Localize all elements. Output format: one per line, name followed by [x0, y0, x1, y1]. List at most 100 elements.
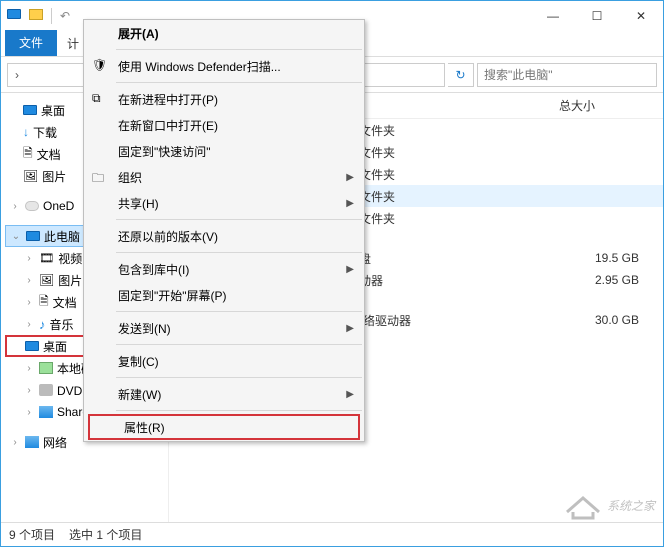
defender-icon: 🛡	[92, 58, 108, 74]
pictures-icon: 🖼	[39, 273, 54, 287]
monitor-icon	[25, 341, 39, 351]
status-item-count: 9 个项目	[9, 526, 55, 543]
search-placeholder: 搜索"此电脑"	[484, 66, 553, 83]
submenu-arrow-icon: ▶	[346, 389, 354, 400]
menu-label: 固定到"快速访问"	[118, 143, 211, 160]
disk-icon	[39, 362, 53, 374]
cloud-icon	[25, 201, 39, 211]
menu-label: 组织	[118, 169, 142, 186]
cell-type: 文件夹	[359, 188, 479, 205]
menu-expand[interactable]: 展开(A)	[84, 20, 364, 46]
qat-divider	[51, 8, 52, 24]
status-bar: 9 个项目 选中 1 个项目	[1, 522, 663, 546]
menu-pin-quick-access[interactable]: 固定到"快速访问"	[84, 138, 364, 164]
document-icon: 🗎	[39, 292, 49, 313]
menu-restore-previous[interactable]: 还原以前的版本(V)	[84, 223, 364, 249]
expand-icon[interactable]: ›	[23, 407, 35, 418]
cell-type: 文件夹	[359, 122, 479, 139]
dvd-icon	[39, 384, 53, 396]
submenu-arrow-icon: ▶	[346, 172, 354, 183]
menu-open-new-process[interactable]: ⧉ 在新进程中打开(P)	[84, 86, 364, 112]
open-icon: ⧉	[92, 91, 108, 107]
pictures-icon: 🖼	[23, 169, 38, 183]
menu-label: 属性(R)	[124, 419, 165, 436]
network-icon	[25, 436, 39, 448]
search-box[interactable]: 搜索"此电脑"	[477, 63, 657, 87]
menu-separator	[116, 82, 362, 83]
cell-type: 文件夹	[359, 166, 479, 183]
menu-pin-start[interactable]: 固定到"开始"屏幕(P)	[84, 282, 364, 308]
cell-size: 2.95 GB	[583, 273, 663, 287]
menu-separator	[116, 344, 362, 345]
context-menu[interactable]: 展开(A) 🛡 使用 Windows Defender扫描... ⧉ 在新进程中打开…	[83, 19, 365, 442]
menu-separator	[116, 410, 362, 411]
download-icon: ↓	[23, 125, 29, 139]
tree-label: 图片	[58, 272, 82, 289]
submenu-arrow-icon: ▶	[346, 323, 354, 334]
maximize-button[interactable]: ☐	[575, 1, 619, 31]
submenu-arrow-icon: ▶	[346, 264, 354, 275]
cell-type: 文件夹	[359, 210, 479, 227]
menu-label: 共享(H)	[118, 195, 159, 212]
expand-icon[interactable]: ›	[23, 363, 35, 374]
refresh-button[interactable]: ↻	[448, 63, 474, 87]
menu-label: 在新窗口中打开(E)	[118, 117, 218, 134]
menu-separator	[116, 377, 362, 378]
menu-share[interactable]: 共享(H) ▶	[84, 190, 364, 216]
minimize-button[interactable]: —	[531, 1, 575, 31]
expand-icon[interactable]: ›	[23, 253, 35, 264]
menu-properties[interactable]: 属性(R)	[88, 414, 360, 440]
tree-label: 文档	[53, 294, 77, 311]
menu-send-to[interactable]: 发送到(N) ▶	[84, 315, 364, 341]
address-chevron-icon[interactable]: ›	[8, 68, 26, 82]
cell-type: 网络驱动器	[351, 312, 471, 329]
submenu-arrow-icon: ▶	[346, 198, 354, 209]
cell-size: 19.5 GB	[583, 251, 663, 265]
menu-separator	[116, 219, 362, 220]
menu-open-new-window[interactable]: 在新窗口中打开(E)	[84, 112, 364, 138]
expand-icon[interactable]: ›	[23, 275, 35, 286]
menu-include-library[interactable]: 包含到库中(I) ▶	[84, 256, 364, 282]
cell-type: 盘	[359, 250, 479, 267]
tree-label: 网络	[43, 434, 67, 451]
menu-label: 还原以前的版本(V)	[118, 228, 218, 245]
menu-label: 使用 Windows Defender扫描...	[118, 58, 281, 75]
tree-label: 图片	[42, 168, 66, 185]
expand-icon[interactable]: ›	[23, 385, 35, 396]
tree-label: 下载	[33, 124, 57, 141]
cell-type: 动器	[359, 272, 479, 289]
expand-icon[interactable]: ›	[9, 437, 21, 448]
menu-label: 新建(W)	[118, 386, 161, 403]
menu-label: 在新进程中打开(P)	[118, 91, 218, 108]
app-icon	[7, 8, 23, 24]
undo-icon[interactable]: ↶	[60, 9, 70, 23]
menu-new[interactable]: 新建(W) ▶	[84, 381, 364, 407]
tree-label: 文档	[37, 146, 61, 163]
expand-icon[interactable]: ›	[9, 201, 21, 212]
menu-organize[interactable]: 🗀 组织 ▶	[84, 164, 364, 190]
column-size[interactable]: 总大小	[549, 97, 605, 114]
expand-icon[interactable]: ›	[23, 319, 35, 330]
menu-label: 发送到(N)	[118, 320, 171, 337]
expand-icon[interactable]: ›	[23, 297, 35, 308]
collapse-icon[interactable]: ⌄	[10, 231, 22, 242]
menu-label: 包含到库中(I)	[118, 261, 189, 278]
organize-icon: 🗀	[92, 169, 108, 185]
monitor-icon	[23, 105, 37, 115]
status-selection-count: 选中 1 个项目	[69, 526, 142, 543]
menu-separator	[116, 252, 362, 253]
cell-type: 文件夹	[359, 144, 479, 161]
menu-label: 复制(C)	[118, 353, 159, 370]
tree-label: 音乐	[50, 316, 74, 333]
tree-label: 此电脑	[44, 228, 80, 245]
menu-separator	[116, 311, 362, 312]
tree-label: 桌面	[43, 338, 67, 355]
close-button[interactable]: ✕	[619, 1, 663, 31]
music-icon: ♪	[39, 317, 46, 332]
qat-folder-icon[interactable]	[29, 9, 43, 23]
file-tab[interactable]: 文件	[5, 30, 57, 56]
menu-copy[interactable]: 复制(C)	[84, 348, 364, 374]
tree-label: 桌面	[41, 102, 65, 119]
tree-label: 视频	[58, 250, 82, 267]
menu-defender-scan[interactable]: 🛡 使用 Windows Defender扫描...	[84, 53, 364, 79]
